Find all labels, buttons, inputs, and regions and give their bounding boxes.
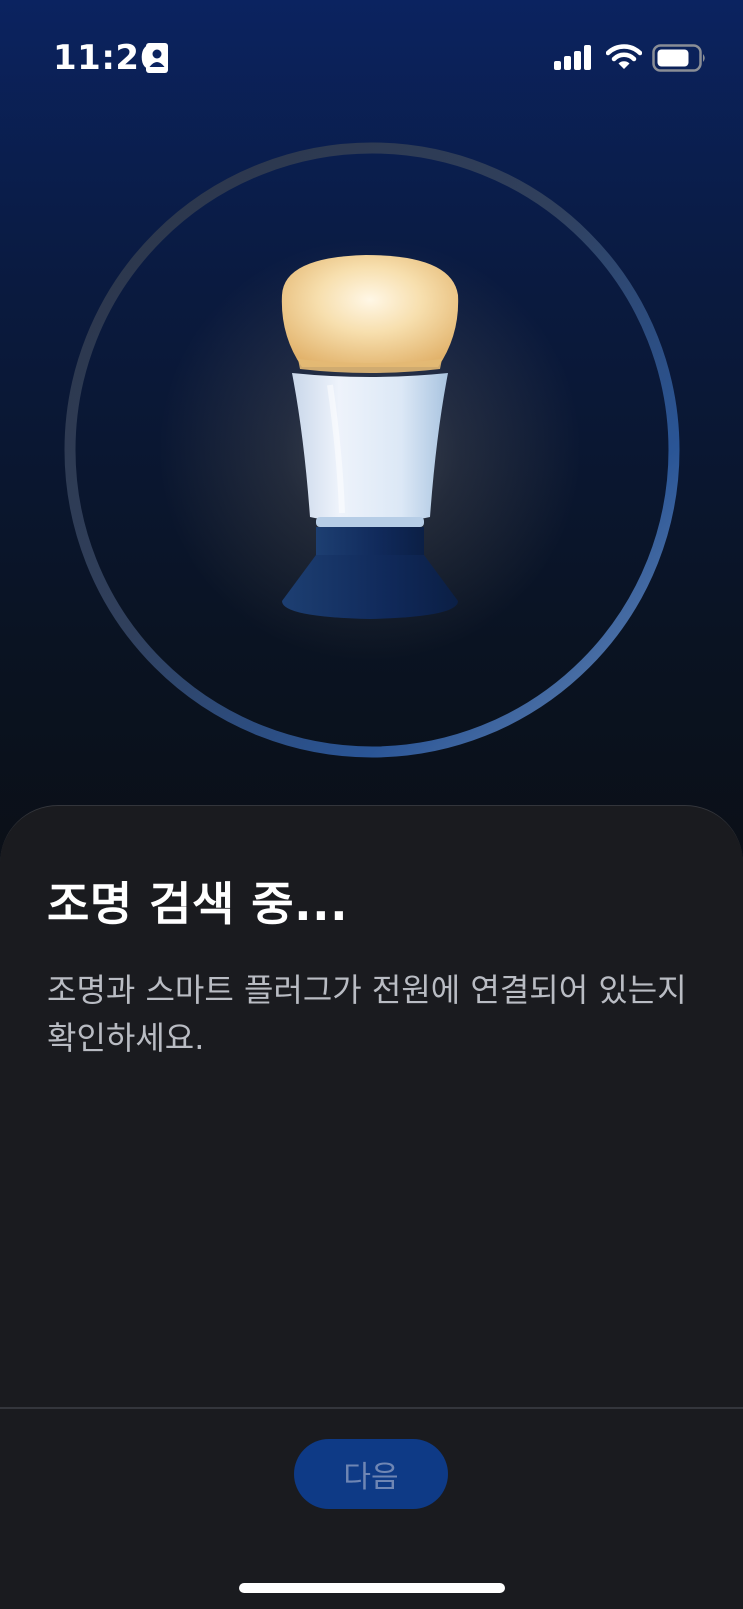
cellular-signal-icon: [554, 45, 591, 70]
hero-illustration: [0, 110, 743, 810]
footer-divider: [0, 1407, 743, 1409]
light-bulb-icon: [281, 255, 459, 619]
wifi-icon: [606, 44, 642, 69]
instruction-text: 조명과 스마트 플러그가 전원에 연결되어 있는지 확인하세요.: [47, 971, 687, 1057]
next-button[interactable]: 다음: [294, 1439, 448, 1509]
status-bar: 11:26: [0, 0, 743, 110]
home-indicator[interactable]: [239, 1583, 505, 1593]
contact-card-icon: [146, 43, 168, 73]
battery-icon: [652, 44, 705, 72]
screen: 11:26 조명 검색 중... 조명과 스마트 플러그가 전원에 연결되어 있…: [0, 0, 743, 1609]
page-title: 조명 검색 중...: [47, 877, 349, 931]
